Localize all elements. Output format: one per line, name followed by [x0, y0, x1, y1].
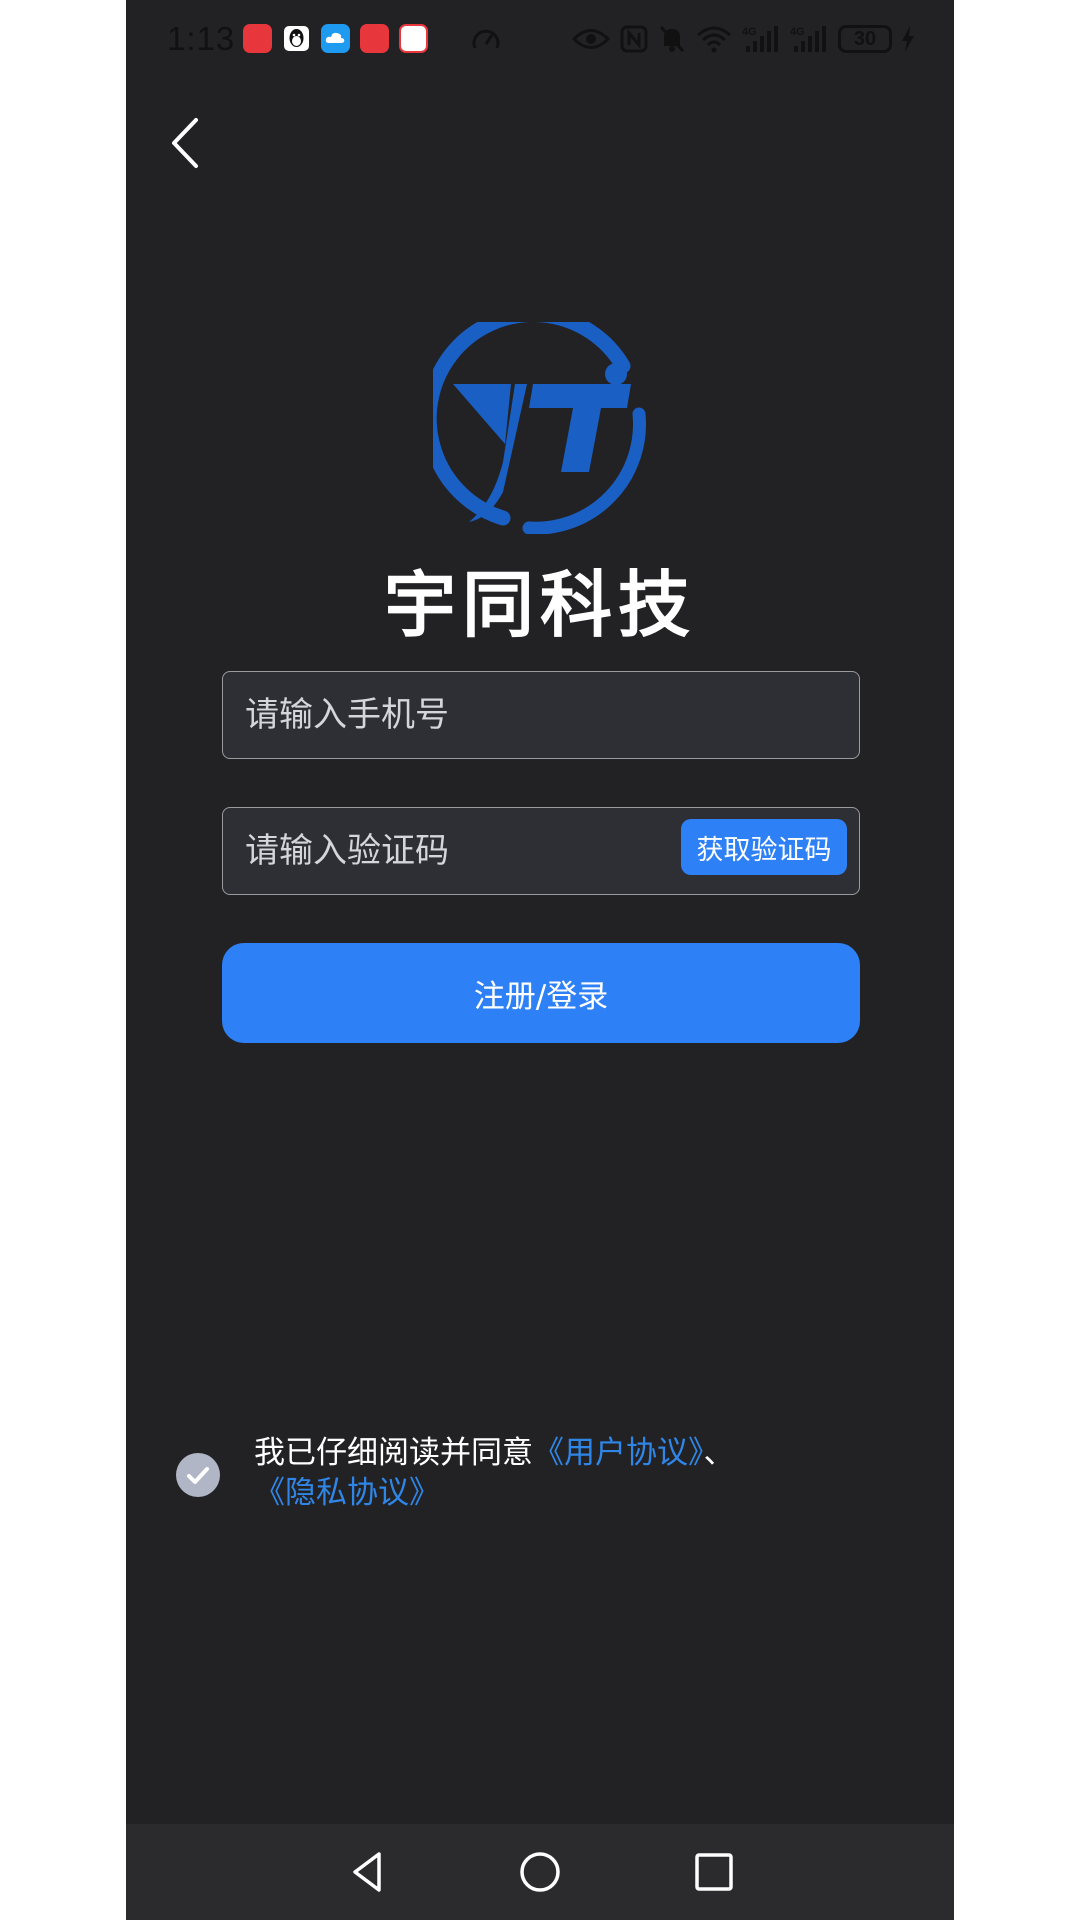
- cloud-app-icon: [321, 24, 350, 53]
- svg-text:4G: 4G: [742, 26, 757, 38]
- huawei-appgallery-icon: [243, 24, 272, 53]
- app-screen: 1:13 4G 4G 30 宇同科技 请输入手机号 请输入验证码 获取验证码 注…: [126, 0, 954, 1920]
- brand-name: 宇同科技: [383, 563, 696, 647]
- agreement-separator: 、: [703, 1435, 735, 1471]
- qq-icon: [282, 24, 311, 53]
- speedometer-icon: [472, 29, 500, 49]
- circle-home-icon: [520, 1852, 560, 1892]
- back-button[interactable]: [162, 110, 218, 174]
- mute-bell-icon: [659, 25, 685, 53]
- agreement-text: 我已仔细阅读并同意《用户协议》、《隐私协议》: [254, 1433, 894, 1513]
- wifi-icon: [697, 26, 731, 53]
- checkmark-icon: [187, 1467, 209, 1484]
- verification-code-input[interactable]: [245, 808, 665, 894]
- user-agreement-link[interactable]: 《用户协议》: [533, 1435, 704, 1471]
- brand-logo: [433, 322, 646, 534]
- agreement-checkbox[interactable]: [176, 1453, 220, 1497]
- nfc-icon: [620, 25, 648, 53]
- agreement-prefix: 我已仔细阅读并同意: [254, 1435, 533, 1471]
- nav-back-button[interactable]: [343, 1846, 395, 1898]
- privacy-policy-link[interactable]: 《隐私协议》: [254, 1475, 440, 1511]
- eye-icon: [572, 29, 610, 49]
- nav-recents-button[interactable]: [688, 1846, 740, 1898]
- verification-code-field[interactable]: 获取验证码: [222, 807, 860, 895]
- huawei-appgallery-icon: [360, 24, 389, 53]
- signal-4g-icon: 4G: [790, 26, 826, 52]
- svg-text:4G: 4G: [790, 26, 805, 38]
- charging-icon: [902, 26, 914, 52]
- register-login-button[interactable]: 注册/登录: [222, 943, 860, 1043]
- status-time: 1:13: [167, 20, 236, 57]
- phone-input[interactable]: [245, 672, 665, 758]
- triangle-back-icon: [353, 1852, 381, 1892]
- status-bar: 1:13 4G 4G 30: [126, 0, 954, 80]
- status-icons: 4G 4G 30: [572, 22, 914, 56]
- signal-4g-icon: 4G: [742, 26, 778, 52]
- calendar-app-icon: [399, 24, 428, 53]
- phone-field[interactable]: [222, 671, 860, 759]
- chevron-left-icon: [172, 118, 198, 168]
- square-recents-icon: [695, 1853, 733, 1891]
- nav-home-button[interactable]: [514, 1846, 566, 1898]
- system-nav-bar: [126, 1824, 954, 1920]
- battery-indicator: 30: [838, 25, 892, 53]
- get-code-button[interactable]: 获取验证码: [681, 819, 847, 875]
